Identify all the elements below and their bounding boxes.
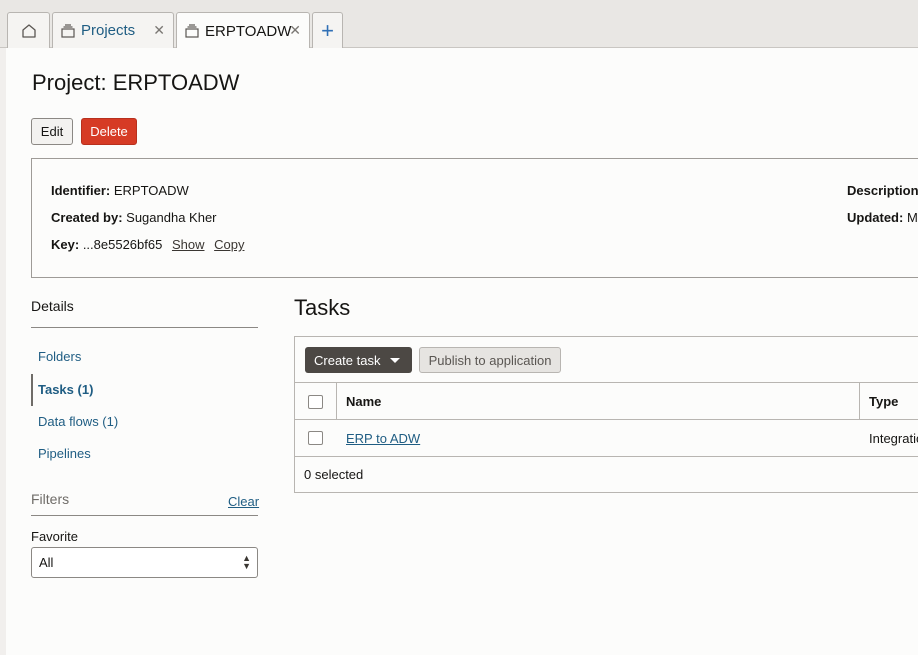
tab-erptoadw-label: ERPTOADW bbox=[205, 22, 292, 40]
select-arrows-icon: ▲ ▼ bbox=[242, 553, 251, 571]
column-header-name[interactable]: Name bbox=[346, 394, 381, 409]
create-task-label: Create task bbox=[314, 352, 381, 368]
column-divider bbox=[336, 383, 337, 420]
clear-filters-link[interactable]: Clear bbox=[228, 494, 259, 509]
tab-home[interactable] bbox=[7, 12, 50, 48]
close-icon[interactable]: ✕ bbox=[289, 22, 301, 39]
created-by-label: Created by: bbox=[51, 210, 123, 225]
sidebar-item-tasks[interactable]: Tasks (1) bbox=[38, 382, 93, 397]
selected-count: 0 selected bbox=[304, 467, 364, 482]
key-value: ...8e5526bf65 bbox=[82, 237, 163, 252]
publish-to-application-button[interactable]: Publish to application bbox=[419, 347, 561, 373]
task-type: Integratio bbox=[869, 431, 918, 446]
updated-value: Mo bbox=[906, 210, 918, 225]
description-label: Description: bbox=[847, 183, 918, 198]
sidebar-item-data-flows[interactable]: Data flows (1) bbox=[38, 414, 118, 429]
delete-button[interactable]: Delete bbox=[81, 118, 137, 145]
sidebar-item-folders[interactable]: Folders bbox=[38, 349, 81, 364]
key-label: Key: bbox=[51, 237, 80, 252]
home-icon bbox=[21, 24, 36, 38]
close-icon[interactable]: ✕ bbox=[153, 22, 165, 39]
copy-key-link[interactable]: Copy bbox=[214, 237, 244, 252]
project-icon bbox=[185, 24, 199, 38]
divider bbox=[31, 515, 258, 516]
task-name-link[interactable]: ERP to ADW bbox=[346, 431, 420, 446]
tasks-heading: Tasks bbox=[294, 295, 351, 320]
tab-projects[interactable]: Projects ✕ bbox=[52, 12, 174, 48]
divider bbox=[31, 327, 258, 328]
identifier-label: Identifier: bbox=[51, 183, 111, 198]
tab-bar: Projects ✕ ERPTOADW ✕ + bbox=[0, 0, 918, 49]
description-row: Description: bbox=[847, 183, 918, 198]
column-header-type[interactable]: Type bbox=[869, 394, 898, 409]
updated-label: Updated: bbox=[847, 210, 904, 225]
select-all-checkbox[interactable] bbox=[308, 395, 323, 409]
add-tab-button[interactable]: + bbox=[312, 12, 343, 48]
edit-button[interactable]: Edit bbox=[31, 118, 73, 145]
active-indicator bbox=[31, 374, 33, 406]
tab-erptoadw[interactable]: ERPTOADW ✕ bbox=[176, 12, 310, 49]
identifier-value: ERPTOADW bbox=[113, 183, 189, 198]
favorite-label: Favorite bbox=[31, 529, 78, 544]
project-icon bbox=[61, 23, 75, 38]
column-divider bbox=[859, 383, 860, 420]
caret-down-icon bbox=[390, 358, 400, 363]
created-by-value: Sugandha Kher bbox=[126, 210, 217, 225]
page-title: Project: ERPTOADW bbox=[32, 70, 240, 95]
updated-row: Updated: Mo bbox=[847, 210, 918, 225]
table-row: ERP to ADW Integratio bbox=[295, 420, 918, 457]
show-key-link[interactable]: Show bbox=[172, 237, 205, 252]
sidebar-item-pipelines[interactable]: Pipelines bbox=[38, 446, 91, 461]
favorite-select-value: All bbox=[39, 555, 54, 570]
main-panel: Project: ERPTOADW Edit Delete Identifier… bbox=[6, 48, 918, 655]
key-row: Key: ...8e5526bf65 Show Copy bbox=[51, 237, 244, 252]
plus-icon: + bbox=[321, 17, 334, 43]
create-task-button[interactable]: Create task bbox=[305, 347, 412, 373]
tasks-table-panel: Create task Publish to application Name … bbox=[294, 336, 918, 493]
tab-projects-label: Projects bbox=[81, 22, 136, 39]
filters-heading: Filters bbox=[31, 491, 70, 507]
identifier-row: Identifier: ERPTOADW bbox=[51, 183, 189, 198]
project-info-panel: Identifier: ERPTOADW Created by: Sugandh… bbox=[31, 158, 918, 278]
created-by-row: Created by: Sugandha Kher bbox=[51, 210, 217, 225]
table-header: Name Type bbox=[295, 382, 918, 420]
details-heading: Details bbox=[31, 298, 74, 314]
row-checkbox[interactable] bbox=[308, 431, 323, 445]
favorite-select[interactable]: All ▲ ▼ bbox=[31, 547, 258, 578]
